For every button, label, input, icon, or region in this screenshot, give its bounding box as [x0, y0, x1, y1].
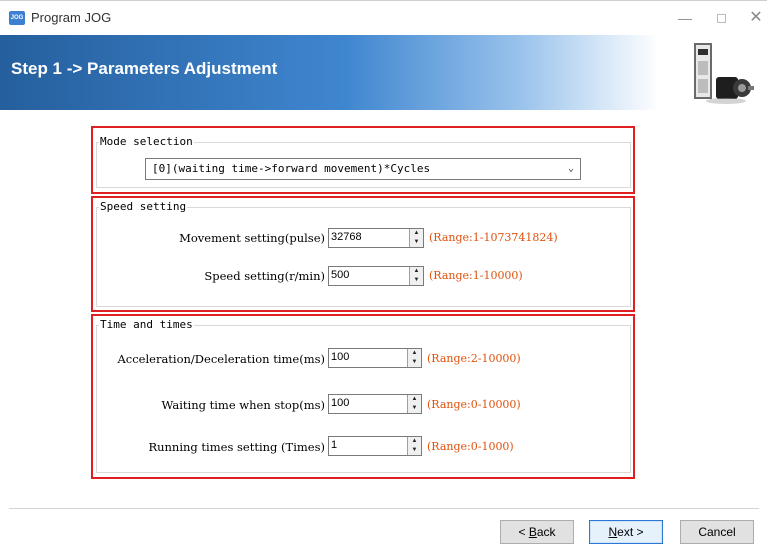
next-button[interactable]: Next >: [589, 520, 663, 544]
waiting-time-value: 100: [331, 397, 350, 409]
header-banner: Step 1 -> Parameters Adjustment: [0, 35, 767, 110]
waiting-time-label: Waiting time when stop(ms): [161, 398, 325, 412]
footer-divider: [9, 508, 759, 509]
speed-range-text: (Range:1-10000): [429, 269, 523, 282]
chevron-down-icon: ⌄: [567, 163, 574, 174]
speed-setting-label: Speed setting(r/min): [204, 269, 325, 283]
minimize-button[interactable]: —: [675, 9, 695, 27]
waiting-time-input[interactable]: 100 ▲ ▼: [328, 394, 422, 414]
speed-setting-value: 500: [331, 269, 350, 281]
speed-setting-legend: Speed setting: [99, 200, 188, 213]
running-times-label: Running times setting (Times): [148, 440, 325, 454]
cancel-button[interactable]: Cancel: [680, 520, 754, 544]
speed-setting-input[interactable]: 500 ▲ ▼: [328, 266, 424, 286]
accel-decel-time-input[interactable]: 100 ▲ ▼: [328, 348, 422, 368]
movement-setting-label: Movement setting(pulse): [179, 231, 325, 245]
movement-range-text: (Range:1-1073741824): [429, 231, 558, 244]
spin-arrows-icon[interactable]: ▲ ▼: [409, 267, 423, 285]
spin-arrows-icon[interactable]: ▲ ▼: [409, 229, 423, 247]
accel-decel-time-label: Acceleration/Deceleration time(ms): [117, 352, 325, 366]
window-title: Program JOG: [31, 10, 112, 25]
waiting-time-range-text: (Range:0-10000): [427, 398, 521, 411]
movement-setting-input[interactable]: 32768 ▲ ▼: [328, 228, 424, 248]
mode-selection-legend: Mode selection: [99, 135, 194, 148]
running-times-range-text: (Range:0-1000): [427, 440, 514, 453]
spin-arrows-icon[interactable]: ▲ ▼: [407, 395, 421, 413]
movement-setting-value: 32768: [331, 231, 362, 243]
jog-app-icon: JOG: [9, 11, 25, 25]
maximize-button[interactable]: [711, 9, 731, 27]
accel-decel-time-value: 100: [331, 351, 350, 363]
speed-setting-group: [96, 207, 631, 307]
step-title: Step 1 -> Parameters Adjustment: [11, 59, 278, 78]
accel-decel-range-text: (Range:2-10000): [427, 352, 521, 365]
running-times-input[interactable]: 1 ▲ ▼: [328, 436, 422, 456]
maximize-icon: [716, 14, 726, 23]
spin-arrows-icon[interactable]: ▲ ▼: [407, 349, 421, 367]
running-times-value: 1: [331, 439, 338, 451]
time-and-times-legend: Time and times: [99, 318, 194, 331]
back-button[interactable]: < Back: [500, 520, 574, 544]
mode-select-value: [0](waiting time->forward movement)*Cycl…: [152, 162, 431, 175]
title-bar: JOG Program JOG — ✕: [0, 0, 767, 35]
servo-drive-icon: [694, 43, 754, 104]
mode-select[interactable]: [0](waiting time->forward movement)*Cycl…: [145, 158, 581, 180]
close-button[interactable]: ✕: [746, 9, 766, 27]
spin-arrows-icon[interactable]: ▲ ▼: [407, 437, 421, 455]
